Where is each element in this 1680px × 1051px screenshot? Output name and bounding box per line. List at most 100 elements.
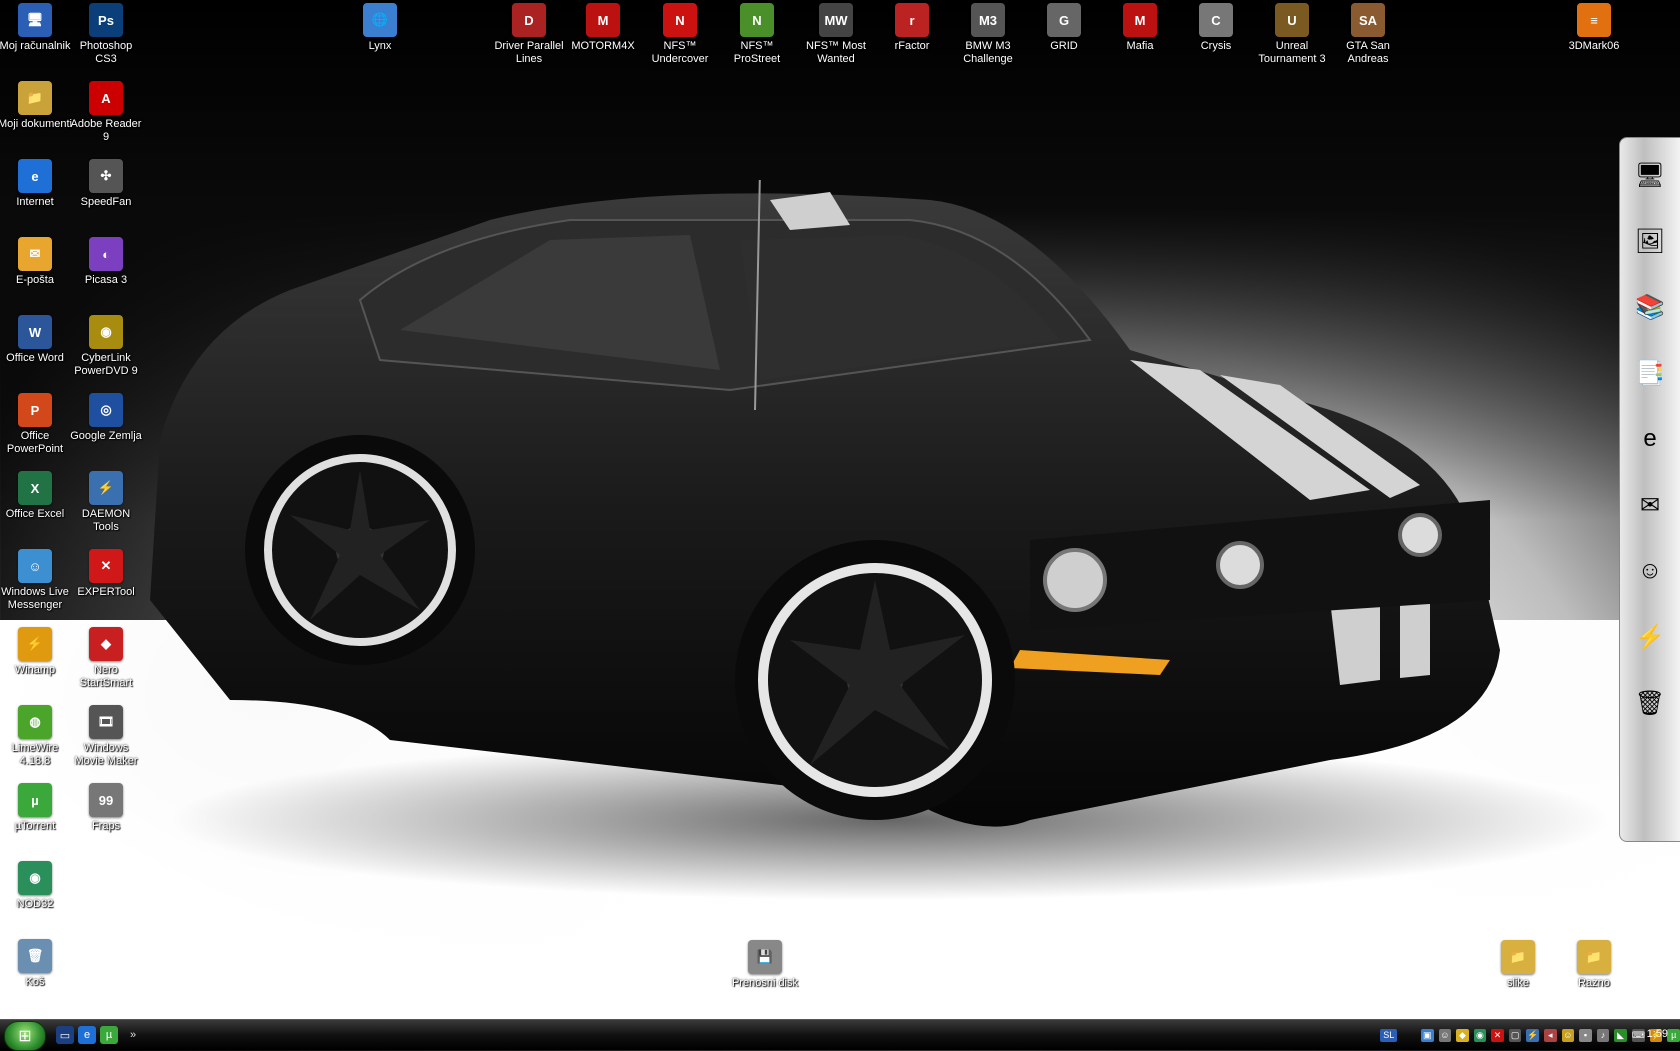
desktop-icon-picasa[interactable]: ◐ Picasa 3 [68,237,144,287]
wallpaper-car-image [150,180,1610,900]
show-desktop-icon[interactable]: ▭ [56,1026,74,1044]
google-earth-icon: ◎ [89,393,123,427]
desktop-icon-slike[interactable]: 📁 slike [1480,940,1556,990]
utorrent-tray-icon[interactable]: µ [1667,1028,1680,1042]
desktop-icon-computer[interactable]: 🖥 Moj računalnik [0,3,73,53]
error-tray-icon[interactable]: ✕ [1491,1028,1504,1042]
nfs-undercover-icon: N [663,3,697,37]
desktop-icon-eposta[interactable]: ✉ E-pošta [0,237,73,287]
dock-item-2[interactable]: 📚 [1628,284,1672,330]
nod32-tray-icon[interactable]: ◉ [1473,1028,1487,1042]
dock-item-1[interactable]: 🖼 [1628,218,1672,264]
desktop-icon-limewire[interactable]: ◍ LimeWire 4.18.8 [0,705,73,768]
desktop-icon-utorrent[interactable]: µ µTorrent [0,783,73,833]
desktop-icon-photoshop[interactable]: Ps Photoshop CS3 [68,3,144,66]
desktop-icon-google-earth[interactable]: ◎ Google Zemlja [68,393,144,443]
desktop-icon-rfactor[interactable]: r rFactor [874,3,950,53]
desktop-icon-motorm4x[interactable]: M MOTORM4X [565,3,641,53]
desktop[interactable]: 🖥 Moj računalnik Ps Photoshop CS3 📁 Moji doku… [0,0,1680,1020]
nfs-mostwanted-icon: MW [819,3,853,37]
desktop-icon-expertool[interactable]: ✕ EXPERTool [68,549,144,599]
desktop-icon-label: Google Zemlja [70,430,142,442]
desktop-icon-3dmark[interactable]: ≡ 3DMark06 [1556,3,1632,53]
nvidia-tray-icon[interactable]: ◣ [1614,1028,1627,1042]
desktop-icon-adobe-reader[interactable]: A Adobe Reader 9 [68,81,144,144]
razno-icon: 📁 [1577,940,1611,974]
desktop-icon-label: Winamp [14,664,56,676]
desktop-icon-powerdvd[interactable]: ◉ CyberLink PowerDVD 9 [68,315,144,378]
network-icon[interactable]: ▣ [1420,1028,1434,1042]
keyboard-tray-icon[interactable]: ⌨ [1631,1028,1645,1042]
desktop-icon-driver[interactable]: D Driver Parallel Lines [491,3,567,66]
desktop-icon-label: DAEMON Tools [81,508,131,533]
desktop-icon-gtasa[interactable]: SA GTA San Andreas [1330,3,1406,66]
desktop-icon-label: Picasa 3 [84,274,128,286]
messenger-tray-icon[interactable]: ☺ [1561,1028,1575,1042]
start-button[interactable]: ⊞ [4,1021,46,1051]
desktop-icon-nero[interactable]: ◆ Nero StartSmart [68,627,144,690]
dock-item-4[interactable]: e [1628,416,1672,462]
bmw-icon: M3 [971,3,1005,37]
desktop-icon-messenger[interactable]: ☺ Windows Live Messenger [0,549,73,612]
monitor-tray-icon[interactable]: ▢ [1508,1028,1522,1042]
volume-icon[interactable]: ♪ [1596,1028,1610,1042]
desktop-icon-excel[interactable]: X Office Excel [0,471,73,521]
desktop-icon-label: Windows Live Messenger [1,586,69,611]
desktop-icon-nfs-mostwanted[interactable]: MW NFS™ Most Wanted [798,3,874,66]
documents-icon: 📁 [18,81,52,115]
desktop-icon-razno[interactable]: 📁 Razno [1556,940,1632,990]
desktop-icon-bmw[interactable]: M3 BMW M3 Challenge [950,3,1026,66]
users-icon[interactable]: ☺ [1438,1028,1452,1042]
desktop-icon-speedfan[interactable]: ✣ SpeedFan [68,159,144,209]
desktop-icon-label: Adobe Reader 9 [70,118,142,143]
desktop-icon-nfs-undercover[interactable]: N NFS™ Undercover [642,3,718,66]
speaker-tray-icon[interactable]: ◂ [1544,1028,1557,1042]
desktop-icon-label: Koš [25,976,45,988]
desktop-icon-word[interactable]: W Office Word [0,315,73,365]
desktop-icon-fraps[interactable]: 99 Fraps [68,783,144,833]
desktop-icon-documents[interactable]: 📁 Moji dokumenti [0,81,73,131]
desktop-icon-grid[interactable]: G GRID [1026,3,1102,53]
language-indicator[interactable]: SL [1380,1028,1398,1042]
desktop-icon-lynx[interactable]: 🌐 Lynx [342,3,418,53]
quicklaunch-chevron-icon[interactable]: » [124,1026,142,1044]
desktop-icon-removable[interactable]: 💾 Prenosni disk [727,940,803,990]
taskbar: ⊞ ▭ e µ » SL ▣ ☺ ◆ ◉ ✕ ▢ ⚡ ◂ ☺ ▪ ♪ ◣ ⌨ ⚡… [0,1019,1680,1051]
desktop-icon-recycle[interactable]: 🗑 Koš [0,939,73,989]
dock-item-8[interactable]: 🗑 [1628,680,1672,726]
daemon-tray-icon[interactable]: ⚡ [1526,1028,1539,1042]
utorrent-icon[interactable]: µ [100,1026,118,1044]
desktop-icon-daemon[interactable]: ⚡ DAEMON Tools [68,471,144,534]
desktop-icon-moviemaker[interactable]: 🎞 Windows Movie Maker [68,705,144,768]
system-tray: SL ▣ ☺ ◆ ◉ ✕ ▢ ⚡ ◂ ☺ ▪ ♪ ◣ ⌨ ⚡ µ [1372,1020,1680,1050]
desktop-icon-winamp[interactable]: ⚡ Winamp [0,627,73,677]
dock-item-6[interactable]: ☺ [1628,548,1672,594]
dock-item-5[interactable]: ✉ [1628,482,1672,528]
nod32-icon: ◉ [18,861,52,895]
clock[interactable]: 1:59 [1647,1028,1668,1040]
internet-icon: e [18,159,52,193]
desktop-icon-label: Office Excel [5,508,65,520]
dock-item-0[interactable]: 🖥 [1628,152,1672,198]
desktop-icon-ut3[interactable]: U Unreal Tournament 3 [1254,3,1330,66]
desktop-icon-label: slike [1506,977,1529,989]
desktop-icon-label: Internet [16,196,54,208]
desktop-icon-label: Nero StartSmart [79,664,133,689]
dock-item-7[interactable]: ⚡ [1628,614,1672,660]
desktop-icon-label: NFS™ Most Wanted [806,40,866,65]
internet-explorer-icon[interactable]: e [78,1026,96,1044]
nfs-prostreet-icon: N [740,3,774,37]
desktop-icon-crysis[interactable]: C Crysis [1178,3,1254,53]
desktop-icon-label: Driver Parallel Lines [494,40,564,65]
tray-icon-1[interactable]: ▪ [1579,1028,1592,1042]
dock-item-3[interactable]: 📑 [1628,350,1672,396]
desktop-icon-nod32[interactable]: ◉ NOD32 [0,861,73,911]
desktop-icon-internet[interactable]: e Internet [0,159,73,209]
desktop-icon-nfs-prostreet[interactable]: N NFS™ ProStreet [719,3,795,66]
desktop-icon-powerpoint[interactable]: P Office PowerPoint [0,393,73,456]
desktop-icon-label: µTorrent [14,820,56,832]
desktop-icon-label: GRID [1050,40,1078,52]
side-dock: 🖥 🖼 📚 📑 e ✉ ☺ ⚡ 🗑 [1619,137,1680,842]
security-shield-icon[interactable]: ◆ [1456,1028,1469,1042]
desktop-icon-mafia[interactable]: M Mafia [1102,3,1178,53]
